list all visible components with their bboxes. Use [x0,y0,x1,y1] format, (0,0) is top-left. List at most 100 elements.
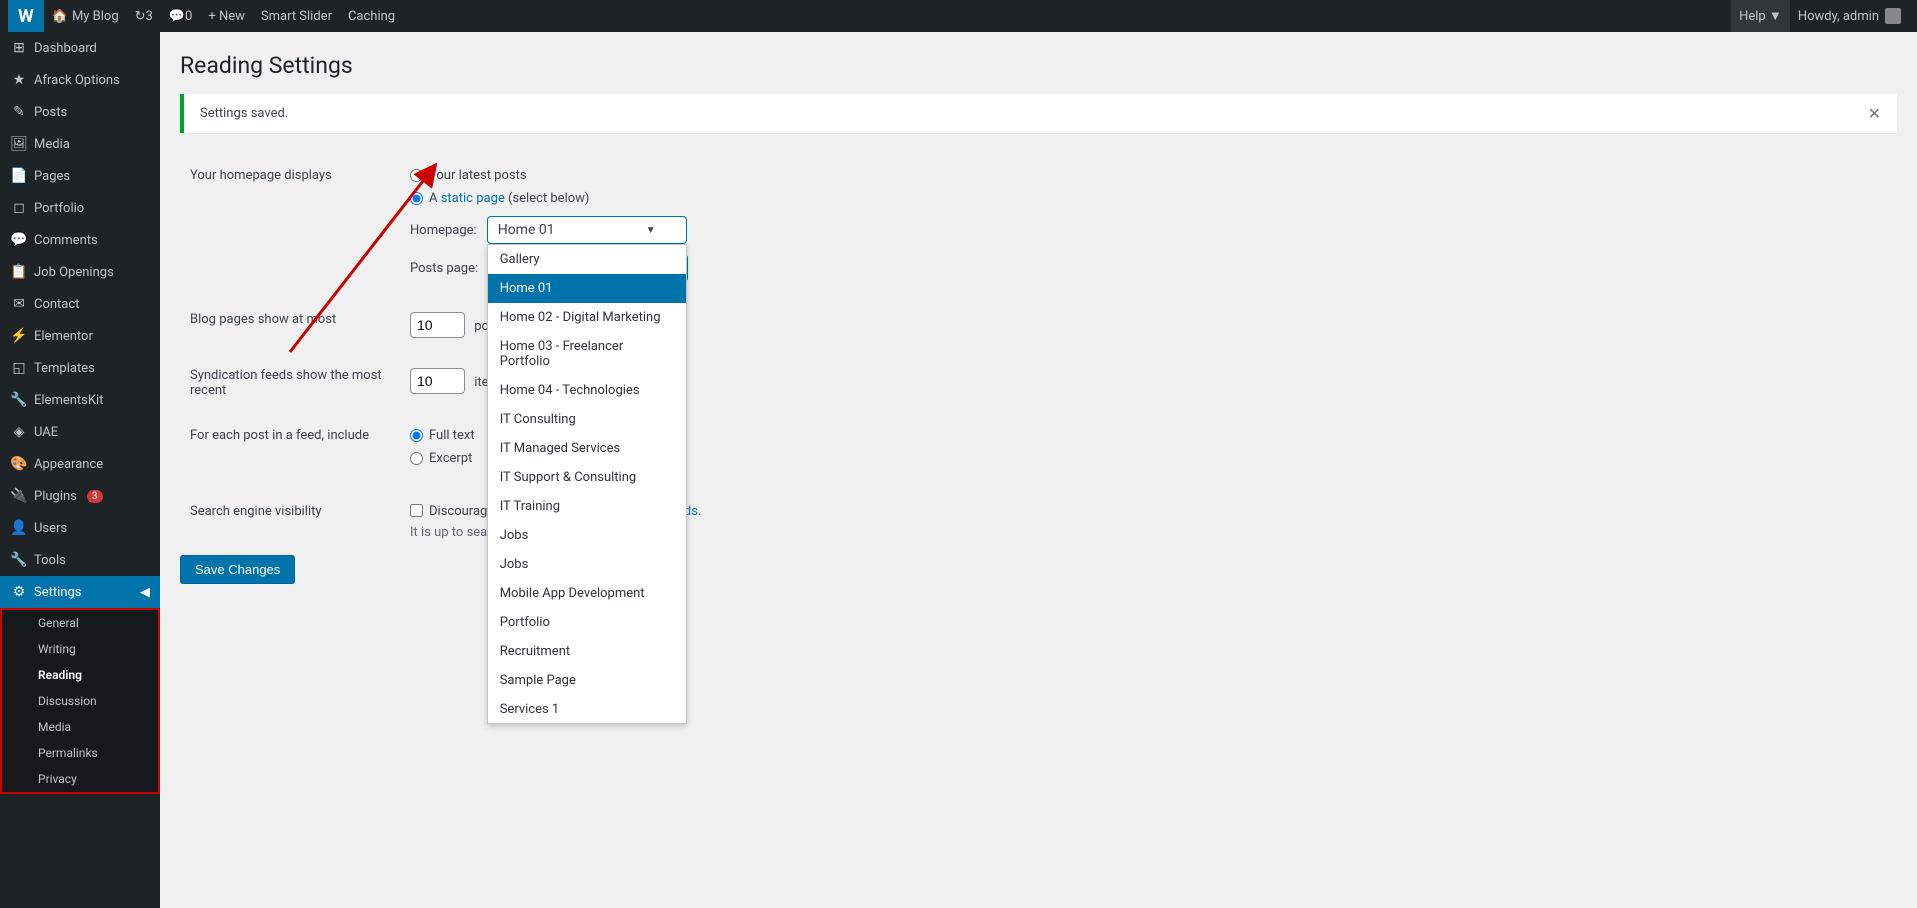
syndication-row: Syndication feeds show the most recent i… [180,353,1897,413]
submenu-media[interactable]: Media [2,714,158,740]
appearance-icon: 🎨 [10,456,28,472]
contact-icon: ✉ [10,296,28,312]
dropdown-option-home04[interactable]: Home 04 - Technologies [488,376,686,405]
sidebar-item-portfolio[interactable]: ◻ Portfolio [0,192,160,224]
pages-icon: 📄 [10,168,28,184]
submenu-general[interactable]: General [2,610,158,636]
adminbar-update-count[interactable]: ↻ 3 [127,0,161,32]
full-text-radio[interactable] [410,429,423,442]
adminbar-caching[interactable]: Caching [340,0,403,32]
adminbar-right: Help ▼ Howdy, admin [1731,0,1909,32]
admin-sidebar: ⊞ Dashboard ★ Afrack Options ✎ Posts 🖼 M… [0,32,160,908]
media-icon: 🖼 [10,136,28,152]
dropdown-option-sample[interactable]: Sample Page [488,666,686,695]
sidebar-item-media[interactable]: 🖼 Media [0,128,160,160]
dropdown-option-it-training[interactable]: IT Training [488,492,686,521]
dropdown-option-mobile-app[interactable]: Mobile App Development [488,579,686,608]
sidebar-item-pages[interactable]: 📄 Pages [0,160,160,192]
sidebar-item-users[interactable]: 👤 Users [0,512,160,544]
dropdown-option-home01[interactable]: Home 01 [488,274,686,303]
posts-page-label: Posts page: [410,261,478,276]
page-title: Reading Settings [180,52,1897,79]
submenu-permalinks[interactable]: Permalinks [2,740,158,766]
sidebar-item-tools[interactable]: 🔧 Tools [0,544,160,576]
sidebar-item-templates[interactable]: ◱ Templates [0,352,160,384]
sidebar-item-comments[interactable]: 💬 Comments [0,224,160,256]
job-icon: 📋 [10,264,28,280]
admin-bar: W 🏠 My Blog ↻ 3 💬 0 + New Smart Slider C… [0,0,1917,32]
dropdown-option-gallery[interactable]: Gallery [488,245,686,274]
templates-icon: ◱ [10,360,28,376]
blog-pages-row: Blog pages show at most posts [180,297,1897,353]
excerpt-label: Excerpt [429,451,472,466]
feed-include-row: For each post in a feed, include Full te… [180,413,1897,489]
sidebar-item-contact[interactable]: ✉ Contact [0,288,160,320]
dropdown-option-services1[interactable]: Services 1 [488,695,686,724]
homepage-dropdown-container: Home 01 ▼ Gallery Home 01 Home 02 - [487,216,687,244]
full-text-label: Full text [429,428,475,443]
homepage-displays-row: Your homepage displays Your latest posts… [180,153,1897,297]
sidebar-item-elementor[interactable]: ⚡ Elementor [0,320,160,352]
dashboard-icon: ⊞ [10,40,28,56]
submenu-reading[interactable]: Reading [2,662,158,688]
adminbar-new[interactable]: + New [200,0,253,32]
settings-table: Your homepage displays Your latest posts… [180,153,1897,555]
sidebar-item-plugins[interactable]: 🔌 Plugins 3 [0,480,160,512]
search-engine-label: Search engine visibility [180,489,400,555]
static-page-link[interactable]: static page [441,191,505,206]
tools-icon: 🔧 [10,552,28,568]
sidebar-item-elementskit[interactable]: 🔧 ElementsKit [0,384,160,416]
excerpt-radio[interactable] [410,452,423,465]
sidebar-item-afrack[interactable]: ★ Afrack Options [0,64,160,96]
dropdown-option-it-support[interactable]: IT Support & Consulting [488,463,686,492]
dropdown-option-portfolio[interactable]: Portfolio [488,608,686,637]
uae-icon: ◈ [10,424,28,440]
settings-icon: ⚙ [10,584,28,600]
homepage-selected-value: Home 01 [498,222,555,238]
dropdown-option-recruitment[interactable]: Recruitment [488,637,686,666]
search-engine-checkbox-label: Discourage [429,504,494,519]
sidebar-item-appearance[interactable]: 🎨 Appearance [0,448,160,480]
settings-submenu: General Writing Reading Discussion Media… [0,608,160,794]
latest-posts-option: Your latest posts [410,168,1887,183]
adminbar-site-name[interactable]: 🏠 My Blog [44,0,127,32]
wp-logo[interactable]: W [8,0,44,32]
adminbar-help[interactable]: Help ▼ [1731,0,1790,32]
homepage-select-label: Homepage: [410,223,477,238]
sidebar-item-uae[interactable]: ◈ UAE [0,416,160,448]
feed-include-label: For each post in a feed, include [180,413,400,489]
sidebar-item-dashboard[interactable]: ⊞ Dashboard [0,32,160,64]
settings-saved-notice: Settings saved. ✕ [180,94,1897,133]
search-engine-row: Search engine visibility Discourage brow… [180,489,1897,555]
dropdown-option-home03[interactable]: Home 03 - Freelancer Portfolio [488,332,686,376]
wp-wrap: ⊞ Dashboard ★ Afrack Options ✎ Posts 🖼 M… [0,0,1917,908]
settings-wrap: Reading Settings Settings saved. ✕ Your … [180,52,1897,584]
dropdown-option-jobs2[interactable]: Jobs [488,550,686,579]
save-changes-button[interactable]: Save Changes [180,555,295,584]
submenu-discussion[interactable]: Discussion [2,688,158,714]
homepage-dropdown-display[interactable]: Home 01 ▼ [487,216,687,244]
adminbar-smart-slider[interactable]: Smart Slider [253,0,340,32]
dropdown-option-it-consulting[interactable]: IT Consulting [488,405,686,434]
homepage-displays-options: Your latest posts A static page (select … [400,153,1897,297]
main-content: Reading Settings Settings saved. ✕ Your … [160,32,1917,908]
homepage-select-row: Homepage: Home 01 ▼ [410,216,1887,244]
dropdown-option-home02[interactable]: Home 02 - Digital Marketing [488,303,686,332]
sidebar-item-job-openings[interactable]: 📋 Job Openings [0,256,160,288]
submit-row: Save Changes [180,555,1897,584]
syndication-input[interactable] [410,368,465,394]
static-page-radio[interactable] [410,192,423,205]
submenu-writing[interactable]: Writing [2,636,158,662]
adminbar-comments[interactable]: 💬 0 [161,0,201,32]
dropdown-option-jobs1[interactable]: Jobs [488,521,686,550]
static-page-label: A static page (select below) [429,191,589,206]
latest-posts-radio[interactable] [410,169,423,182]
sidebar-item-posts[interactable]: ✎ Posts [0,96,160,128]
notice-dismiss-button[interactable]: ✕ [1868,104,1881,123]
homepage-dropdown-list[interactable]: Gallery Home 01 Home 02 - Digital Market… [487,244,687,724]
search-engine-checkbox[interactable] [410,504,423,517]
sidebar-item-settings[interactable]: ⚙ Settings ◀ [0,576,160,608]
submenu-privacy[interactable]: Privacy [2,766,158,792]
dropdown-option-it-managed[interactable]: IT Managed Services [488,434,686,463]
blog-pages-input[interactable] [410,312,465,338]
